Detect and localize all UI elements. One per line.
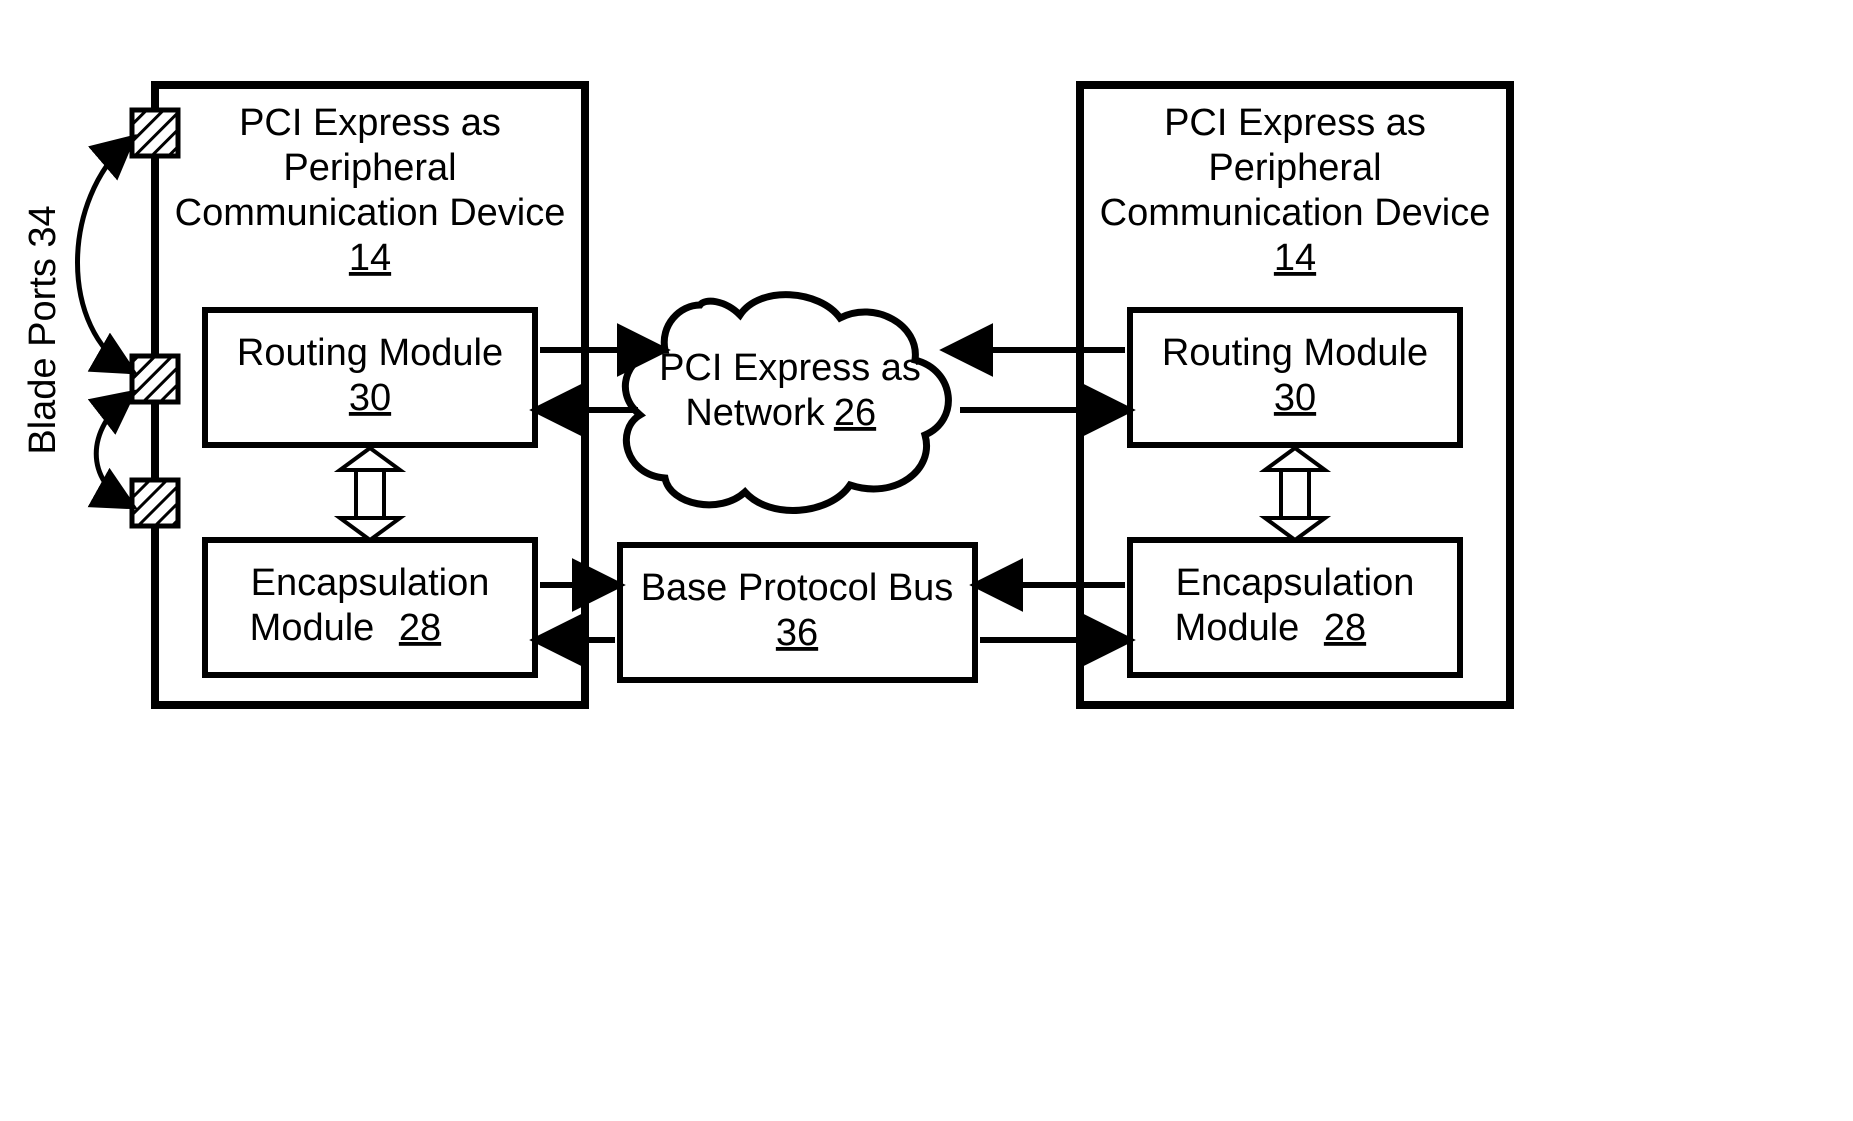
left-title-1: PCI Express as [239, 102, 501, 144]
left-title-3: Communication Device [175, 192, 566, 234]
left-routing-module: Routing Module 30 [205, 310, 535, 445]
bus-l1: Base Protocol Bus [641, 567, 954, 609]
network-cloud: PCI Express as Network 26 [625, 295, 948, 511]
right-title-3: Communication Device [1100, 192, 1491, 234]
right-encap-ref: 28 [1324, 607, 1366, 649]
right-title-2: Peripheral [1208, 147, 1381, 189]
left-title-ref: 14 [349, 237, 391, 279]
blade-arc-2 [96, 395, 130, 505]
bus-ref: 36 [776, 612, 818, 654]
blade-ports-label: Blade Ports 34 [22, 205, 64, 454]
right-encap-l1: Encapsulation [1176, 562, 1415, 604]
right-device: PCI Express as Peripheral Communication … [1080, 85, 1510, 705]
left-encap-ref: 28 [399, 607, 441, 649]
right-title-1: PCI Express as [1164, 102, 1426, 144]
blade-port-1 [132, 110, 178, 156]
right-routing-ref: 30 [1274, 377, 1316, 419]
blade-arc-1 [78, 140, 131, 370]
blade-port-2 [132, 356, 178, 402]
diagram-canvas: PCI Express as Peripheral Communication … [0, 0, 1853, 1121]
right-encap-l2: Module [1175, 607, 1300, 649]
cloud-l2: Network [685, 392, 825, 434]
left-title-2: Peripheral [283, 147, 456, 189]
cloud-l1: PCI Express as [659, 347, 921, 389]
bus-box: Base Protocol Bus 36 [620, 545, 975, 680]
left-routing-ref: 30 [349, 377, 391, 419]
right-title-ref: 14 [1274, 237, 1316, 279]
blade-port-3 [132, 480, 178, 526]
cloud-ref: 26 [834, 392, 876, 434]
left-encap-module: Encapsulation Module 28 [205, 540, 535, 675]
right-encap-module: Encapsulation Module 28 [1130, 540, 1460, 675]
left-encap-l1: Encapsulation [251, 562, 490, 604]
left-encap-l2: Module [250, 607, 375, 649]
right-routing-label: Routing Module [1162, 332, 1428, 374]
left-device: PCI Express as Peripheral Communication … [155, 85, 585, 705]
right-routing-module: Routing Module 30 [1130, 310, 1460, 445]
left-routing-label: Routing Module [237, 332, 503, 374]
